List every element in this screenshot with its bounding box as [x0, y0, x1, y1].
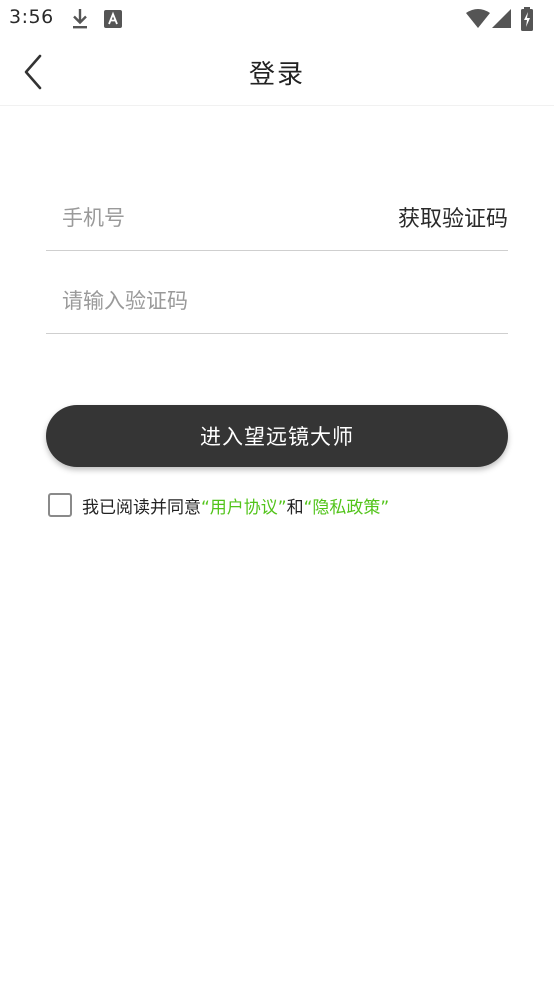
page-title: 登录: [248, 60, 305, 90]
download-icon: [73, 9, 87, 29]
status-bar: 3:56: [0, 0, 554, 38]
agreement-conjunction: 和: [286, 497, 304, 518]
agreement-checkbox[interactable]: [48, 493, 72, 517]
code-field: [46, 270, 508, 334]
status-time: 3:56: [9, 6, 54, 28]
user-agreement-link[interactable]: “用户协议”: [201, 498, 287, 518]
phone-input[interactable]: [62, 199, 362, 237]
get-code-button[interactable]: 获取验证码: [398, 201, 508, 233]
code-input[interactable]: [62, 282, 362, 320]
agreement-prefix: 我已阅读并同意: [82, 497, 201, 518]
login-button[interactable]: 进入望远镜大师: [46, 405, 508, 467]
wifi-icon: [466, 9, 490, 28]
battery-charging-icon: [521, 7, 533, 31]
a-notification-icon: [104, 10, 122, 28]
header: 登录: [0, 38, 554, 106]
signal-icon: [492, 9, 511, 28]
privacy-policy-link[interactable]: “隐私政策”: [304, 498, 390, 518]
agreement-row: 我已阅读并同意“用户协议”和“隐私政策”: [48, 492, 389, 518]
agreement-text: 我已阅读并同意“用户协议”和“隐私政策”: [82, 493, 389, 518]
phone-field: 获取验证码: [46, 187, 508, 251]
status-right-icons: [466, 7, 546, 31]
